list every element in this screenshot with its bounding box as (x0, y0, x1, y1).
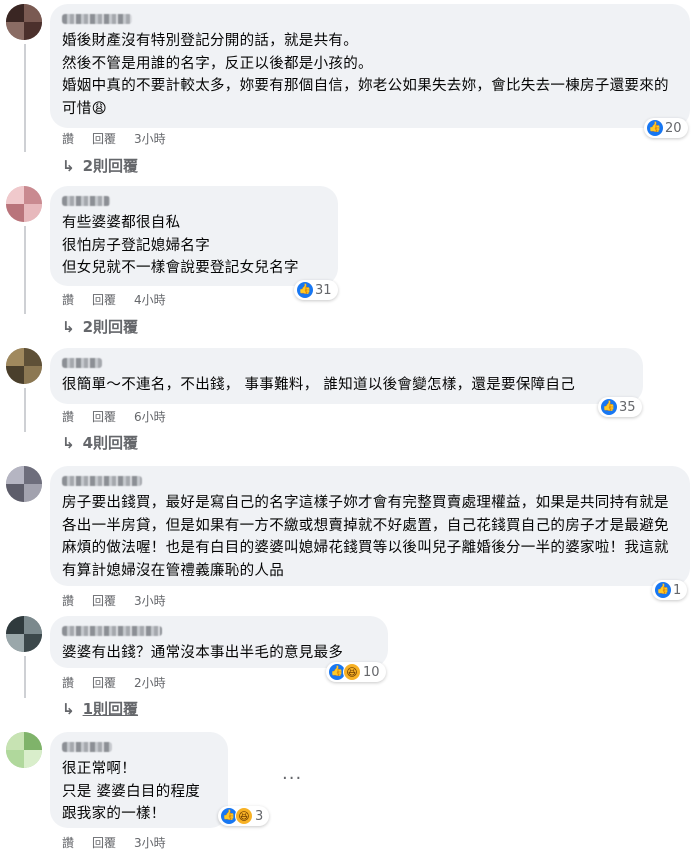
avatar[interactable] (6, 348, 42, 384)
reply-button[interactable]: 回覆 (92, 674, 116, 691)
reply-button[interactable]: 回覆 (92, 834, 116, 851)
reaction-count[interactable]: 👍 31 (294, 280, 338, 300)
comment-bubble: 房子要出錢買，最好是寫自己的名字這樣子妳才會有完整買賣處理權益，如果是共同持有就… (50, 466, 690, 586)
comment-bubble: 很簡單～不連名，不出錢， 事事難料， 誰知道以後會變怎樣，還是要保障自己 (50, 348, 643, 404)
avatar[interactable] (6, 732, 42, 768)
reply-button[interactable]: 回覆 (92, 291, 116, 308)
timestamp[interactable]: 3小時 (134, 834, 166, 851)
comment-actions: 讚 回覆 2小時 (62, 674, 184, 691)
thread-line (24, 226, 26, 314)
view-replies-link[interactable]: ↳ 2則回覆 (62, 155, 138, 176)
comment-text: 婆婆有出錢？通常沒本事出半毛的意見最多 (62, 645, 344, 661)
reply-button[interactable]: 回覆 (92, 592, 116, 609)
timestamp[interactable]: 2小時 (134, 674, 166, 691)
comment-bubble: 婚後財產沒有特別登記分開的話，就是共有。 然後不管是用誰的名字，反正以後都是小孩… (50, 4, 690, 128)
author-name[interactable] (62, 476, 142, 486)
comment-actions: 讚 回覆 3小時 (62, 130, 184, 147)
comment-actions: 讚 回覆 3小時 (62, 592, 184, 609)
thumbs-up-icon: 👍 (647, 120, 663, 136)
reply-arrow-icon: ↳ (62, 317, 75, 336)
like-button[interactable]: 讚 (62, 130, 74, 147)
view-replies-link[interactable]: ↳ 1則回覆 (62, 698, 138, 719)
thread-line (24, 44, 26, 152)
more-options-icon[interactable]: ··· (282, 768, 302, 789)
thumbs-up-icon: 👍 (601, 399, 617, 415)
like-button[interactable]: 讚 (62, 291, 74, 308)
avatar[interactable] (6, 186, 42, 222)
reaction-count[interactable]: 👍 😆 3 (218, 806, 270, 826)
avatar[interactable] (6, 4, 42, 40)
comment-actions: 讚 回覆 4小時 (62, 291, 184, 308)
reply-arrow-icon: ↳ (62, 433, 75, 452)
author-name[interactable] (62, 358, 102, 368)
timestamp[interactable]: 3小時 (134, 592, 166, 609)
author-name[interactable] (62, 14, 132, 24)
comment-text: 很正常啊！ 只是 婆婆白目的程度 跟我家的一樣！ (62, 761, 201, 822)
author-name[interactable] (62, 196, 110, 206)
comment-text: 婚後財產沒有特別登記分開的話，就是共有。 然後不管是用誰的名字，反正以後都是小孩… (62, 33, 669, 117)
reply-arrow-icon: ↳ (62, 156, 75, 175)
thumbs-up-icon: 👍 (655, 582, 671, 598)
timestamp[interactable]: 4小時 (134, 291, 166, 308)
comment-bubble: 有些婆婆都很自私 很怕房子登記媳婦名字 但女兒就不一樣會說要登記女兒名字 (50, 186, 338, 286)
thread-line (24, 388, 26, 432)
avatar[interactable] (6, 466, 42, 502)
comment-actions: 讚 回覆 6小時 (62, 408, 184, 425)
like-button[interactable]: 讚 (62, 592, 74, 609)
reaction-count[interactable]: 👍 35 (598, 397, 642, 417)
like-button[interactable]: 讚 (62, 834, 74, 851)
view-replies-link[interactable]: ↳ 4則回覆 (62, 432, 138, 453)
comment-bubble: 很正常啊！ 只是 婆婆白目的程度 跟我家的一樣！ (50, 732, 228, 828)
reply-arrow-icon: ↳ (62, 699, 75, 718)
author-name[interactable] (62, 626, 162, 636)
reply-button[interactable]: 回覆 (92, 408, 116, 425)
author-name[interactable] (62, 742, 112, 752)
reaction-count[interactable]: 👍 20 (644, 118, 688, 138)
comment-actions: 讚 回覆 3小時 (62, 834, 184, 851)
reaction-count[interactable]: 👍 😆 10 (326, 662, 386, 682)
comment-text: 有些婆婆都很自私 很怕房子登記媳婦名字 但女兒就不一樣會說要登記女兒名字 (62, 215, 299, 276)
thread-line (24, 656, 26, 698)
timestamp[interactable]: 6小時 (134, 408, 166, 425)
like-button[interactable]: 讚 (62, 674, 74, 691)
laughing-face-icon: 😆 (343, 663, 361, 681)
timestamp[interactable]: 3小時 (134, 130, 166, 147)
laughing-face-icon: 😆 (235, 807, 253, 825)
reaction-count[interactable]: 👍 1 (652, 580, 688, 600)
comment-text: 房子要出錢買，最好是寫自己的名字這樣子妳才會有完整買賣處理權益，如果是共同持有就… (62, 495, 669, 579)
like-button[interactable]: 讚 (62, 408, 74, 425)
reply-button[interactable]: 回覆 (92, 130, 116, 147)
comment-bubble: 婆婆有出錢？通常沒本事出半毛的意見最多 (50, 616, 388, 668)
thumbs-up-icon: 👍 (297, 282, 313, 298)
avatar[interactable] (6, 616, 42, 652)
view-replies-link[interactable]: ↳ 2則回覆 (62, 316, 138, 337)
comment-text: 很簡單～不連名，不出錢， 事事難料， 誰知道以後會變怎樣，還是要保障自己 (62, 377, 576, 393)
